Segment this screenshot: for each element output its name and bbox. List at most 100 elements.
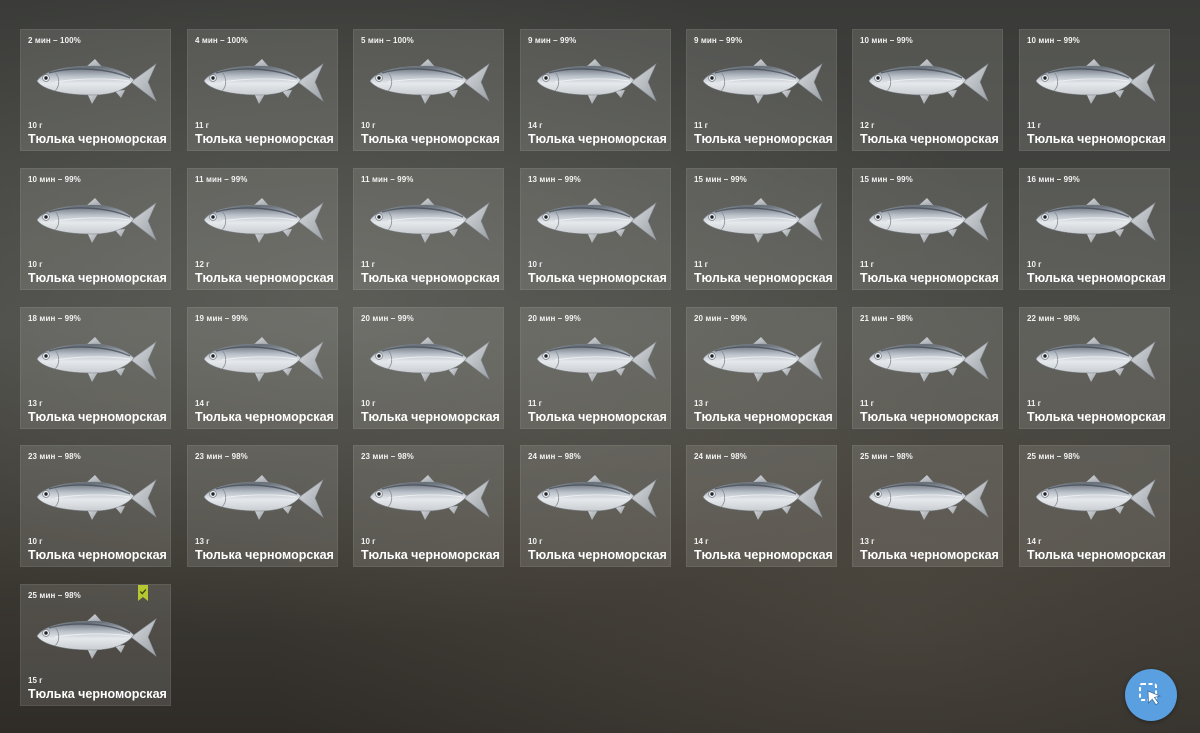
catch-weight: 10 г bbox=[361, 121, 376, 130]
catch-card[interactable]: 23 мин – 98% 10 г Тюлька черноморская bbox=[20, 445, 171, 567]
catch-time-quality: 2 мин – 100% bbox=[28, 36, 81, 45]
herring-fish-icon bbox=[368, 195, 491, 247]
catch-card[interactable]: 24 мин – 98% 10 г Тюлька черноморская bbox=[520, 445, 671, 567]
catch-card[interactable]: 20 мин – 99% 10 г Тюлька черноморская bbox=[353, 307, 504, 429]
fish-species-name: Тюлька черноморская bbox=[1027, 548, 1166, 562]
herring-fish-icon bbox=[35, 195, 158, 247]
fish-species-name: Тюлька черноморская bbox=[28, 132, 167, 146]
catch-card[interactable]: 19 мин – 99% 14 г Тюлька черноморская bbox=[187, 307, 338, 429]
catch-time-quality: 25 мин – 98% bbox=[860, 452, 913, 461]
catch-card[interactable]: 2 мин – 100% 10 г Тюлька черноморская bbox=[20, 29, 171, 151]
fish-species-name: Тюлька черноморская bbox=[361, 132, 500, 146]
fish-species-name: Тюлька черноморская bbox=[361, 548, 500, 562]
catch-weight: 10 г bbox=[28, 260, 43, 269]
catch-card[interactable]: 11 мин – 99% 12 г Тюлька черноморская bbox=[187, 168, 338, 290]
herring-fish-icon bbox=[701, 195, 824, 247]
catch-card[interactable]: 25 мин – 98% 14 г Тюлька черноморская bbox=[1019, 445, 1170, 567]
cursor-select-button[interactable] bbox=[1125, 669, 1177, 721]
fish-species-name: Тюлька черноморская bbox=[694, 271, 833, 285]
catch-weight: 10 г bbox=[528, 260, 543, 269]
fish-species-name: Тюлька черноморская bbox=[528, 271, 667, 285]
catch-weight: 13 г bbox=[694, 399, 709, 408]
fish-species-name: Тюлька черноморская bbox=[528, 410, 667, 424]
fish-species-name: Тюлька черноморская bbox=[1027, 132, 1166, 146]
herring-fish-icon bbox=[1034, 56, 1157, 108]
catch-weight: 11 г bbox=[195, 121, 210, 130]
catch-card[interactable]: 15 мин – 99% 11 г Тюлька черноморская bbox=[686, 168, 837, 290]
catch-card[interactable]: 10 мин – 99% 12 г Тюлька черноморская bbox=[852, 29, 1003, 151]
catch-weight: 15 г bbox=[28, 676, 43, 685]
catch-time-quality: 15 мин – 99% bbox=[860, 175, 913, 184]
catch-weight: 11 г bbox=[694, 121, 709, 130]
catch-card[interactable]: 24 мин – 98% 14 г Тюлька черноморская bbox=[686, 445, 837, 567]
herring-fish-icon bbox=[701, 334, 824, 386]
catch-time-quality: 10 мин – 99% bbox=[28, 175, 81, 184]
catch-weight: 14 г bbox=[694, 537, 709, 546]
catch-card[interactable]: 16 мин – 99% 10 г Тюлька черноморская bbox=[1019, 168, 1170, 290]
catch-time-quality: 24 мин – 98% bbox=[694, 452, 747, 461]
catch-time-quality: 20 мин – 99% bbox=[528, 314, 581, 323]
catch-card[interactable]: 9 мин – 99% 14 г Тюлька черноморская bbox=[520, 29, 671, 151]
fish-species-name: Тюлька черноморская bbox=[694, 132, 833, 146]
catch-card[interactable]: 23 мин – 98% 13 г Тюлька черноморская bbox=[187, 445, 338, 567]
herring-fish-icon bbox=[202, 195, 325, 247]
catch-card[interactable]: 11 мин – 99% 11 г Тюлька черноморская bbox=[353, 168, 504, 290]
catch-card[interactable]: 9 мин – 99% 11 г Тюлька черноморская bbox=[686, 29, 837, 151]
fish-species-name: Тюлька черноморская bbox=[28, 271, 167, 285]
catch-time-quality: 24 мин – 98% bbox=[528, 452, 581, 461]
catch-card[interactable]: 25 мин – 98% 13 г Тюлька черноморская bbox=[852, 445, 1003, 567]
catch-card[interactable]: 21 мин – 98% 11 г Тюлька черноморская bbox=[852, 307, 1003, 429]
fish-species-name: Тюлька черноморская bbox=[361, 410, 500, 424]
catch-card[interactable]: 25 мин – 98% 15 г Тюлька черноморская bbox=[20, 584, 171, 706]
catch-time-quality: 23 мин – 98% bbox=[195, 452, 248, 461]
catch-time-quality: 16 мин – 99% bbox=[1027, 175, 1080, 184]
catch-card[interactable]: 20 мин – 99% 13 г Тюлька черноморская bbox=[686, 307, 837, 429]
catch-time-quality: 10 мин – 99% bbox=[1027, 36, 1080, 45]
catch-time-quality: 22 мин – 98% bbox=[1027, 314, 1080, 323]
catch-card[interactable]: 10 мин – 99% 10 г Тюлька черноморская bbox=[20, 168, 171, 290]
catch-card[interactable]: 22 мин – 98% 11 г Тюлька черноморская bbox=[1019, 307, 1170, 429]
catch-time-quality: 23 мин – 98% bbox=[28, 452, 81, 461]
catch-weight: 10 г bbox=[1027, 260, 1042, 269]
catch-card[interactable]: 18 мин – 99% 13 г Тюлька черноморская bbox=[20, 307, 171, 429]
fish-species-name: Тюлька черноморская bbox=[361, 271, 500, 285]
catch-card[interactable]: 10 мин – 99% 11 г Тюлька черноморская bbox=[1019, 29, 1170, 151]
catch-weight: 11 г bbox=[860, 260, 875, 269]
catch-card[interactable]: 5 мин – 100% 10 г Тюлька черноморская bbox=[353, 29, 504, 151]
catch-card[interactable]: 23 мин – 98% 10 г Тюлька черноморская bbox=[353, 445, 504, 567]
herring-fish-icon bbox=[867, 195, 990, 247]
catch-time-quality: 4 мин – 100% bbox=[195, 36, 248, 45]
catch-card[interactable]: 15 мин – 99% 11 г Тюлька черноморская bbox=[852, 168, 1003, 290]
herring-fish-icon bbox=[867, 472, 990, 524]
catch-card[interactable]: 13 мин – 99% 10 г Тюлька черноморская bbox=[520, 168, 671, 290]
herring-fish-icon bbox=[202, 56, 325, 108]
herring-fish-icon bbox=[35, 334, 158, 386]
herring-fish-icon bbox=[535, 334, 658, 386]
fish-species-name: Тюлька черноморская bbox=[195, 132, 334, 146]
catch-weight: 11 г bbox=[694, 260, 709, 269]
fish-species-name: Тюлька черноморская bbox=[694, 548, 833, 562]
catch-time-quality: 25 мин – 98% bbox=[1027, 452, 1080, 461]
cursor-select-icon bbox=[1139, 683, 1162, 706]
herring-fish-icon bbox=[1034, 334, 1157, 386]
catch-time-quality: 13 мин – 99% bbox=[528, 175, 581, 184]
catch-time-quality: 20 мин – 99% bbox=[361, 314, 414, 323]
herring-fish-icon bbox=[368, 472, 491, 524]
catch-weight: 11 г bbox=[1027, 399, 1042, 408]
herring-fish-icon bbox=[35, 56, 158, 108]
catch-time-quality: 25 мин – 98% bbox=[28, 591, 81, 600]
fish-species-name: Тюлька черноморская bbox=[28, 410, 167, 424]
catch-weight: 10 г bbox=[361, 537, 376, 546]
catch-card[interactable]: 4 мин – 100% 11 г Тюлька черноморская bbox=[187, 29, 338, 151]
catch-weight: 14 г bbox=[195, 399, 210, 408]
fish-species-name: Тюлька черноморская bbox=[528, 132, 667, 146]
catch-weight: 11 г bbox=[860, 399, 875, 408]
catch-weight: 10 г bbox=[28, 121, 43, 130]
herring-fish-icon bbox=[535, 472, 658, 524]
catch-weight: 13 г bbox=[860, 537, 875, 546]
catch-card[interactable]: 20 мин – 99% 11 г Тюлька черноморская bbox=[520, 307, 671, 429]
herring-fish-icon bbox=[867, 334, 990, 386]
herring-fish-icon bbox=[701, 472, 824, 524]
herring-fish-icon bbox=[368, 56, 491, 108]
herring-fish-icon bbox=[535, 56, 658, 108]
